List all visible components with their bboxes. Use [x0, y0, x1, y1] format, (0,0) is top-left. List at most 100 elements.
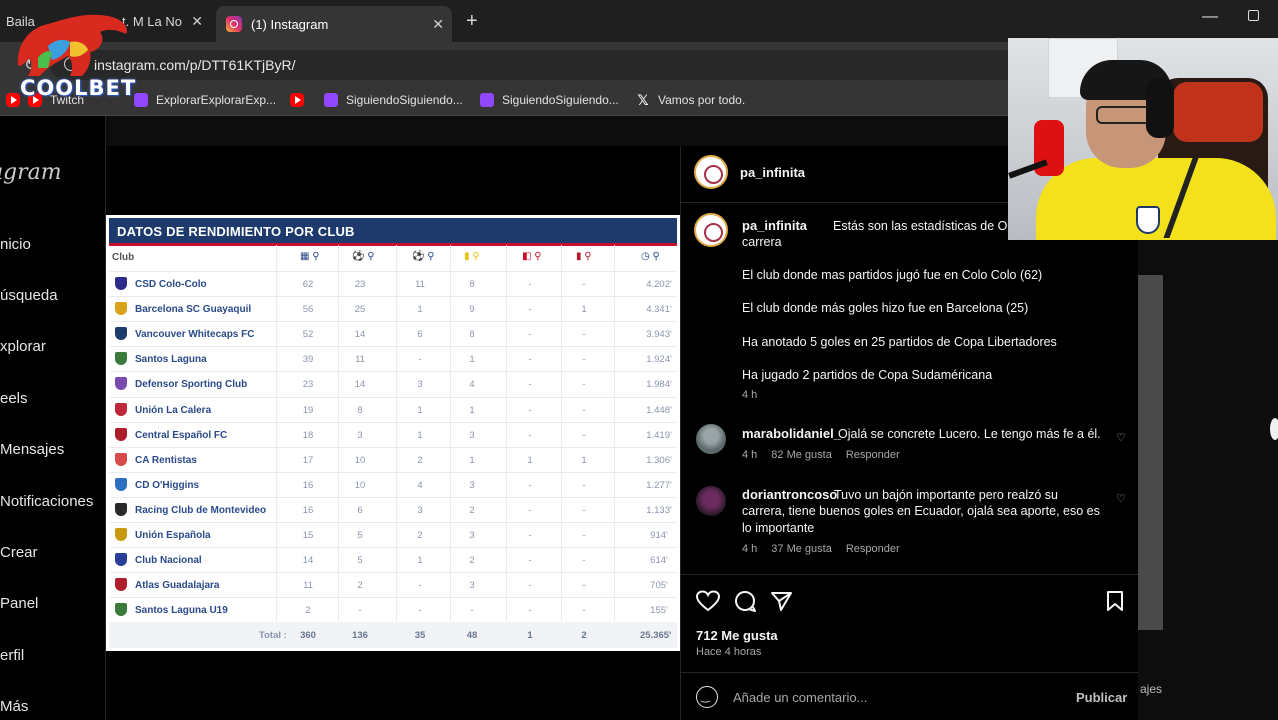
- twitch-icon: [324, 93, 338, 107]
- save-bookmark-icon[interactable]: [1106, 590, 1124, 612]
- stat-value: 4: [469, 379, 475, 391]
- stat-value: 6: [417, 329, 423, 341]
- comment-bubble-icon[interactable]: [734, 590, 756, 612]
- emoji-picker-icon[interactable]: [696, 686, 718, 708]
- sidebar-item-reels[interactable]: eels: [0, 390, 28, 407]
- stat-value: -: [582, 530, 586, 541]
- stat-value: -: [528, 354, 532, 366]
- stats-column-header-icon: ▮ ⚲: [464, 251, 480, 262]
- sidebar-item-notificaciones[interactable]: Notificaciones: [0, 493, 93, 510]
- caption-author-handle[interactable]: pa_infinita: [742, 218, 807, 233]
- stat-value: 8: [357, 404, 363, 416]
- sidebar-item-perfil[interactable]: erfil: [0, 647, 24, 664]
- club-crest-icon: [115, 528, 127, 541]
- webcam-overlay: [1008, 38, 1278, 240]
- stat-value: 5: [357, 530, 363, 541]
- messages-floating-label[interactable]: ajes: [1140, 682, 1162, 696]
- stat-value: 1: [469, 354, 475, 366]
- stat-value: 1: [469, 454, 475, 466]
- stat-value: 1: [469, 404, 475, 416]
- bookmark-label: ExplorarExplorarExp...: [156, 93, 277, 107]
- caption-paragraph: El club donde más goles hizo fue en Barc…: [742, 301, 1029, 315]
- comment-like-heart-icon[interactable]: ♡: [1116, 492, 1126, 505]
- stat-value: 614': [650, 555, 668, 567]
- comment-divider: [681, 672, 1138, 673]
- stats-row: Vancouver Whitecaps FC 52 14 6 8 - - 3.943': [109, 321, 677, 346]
- tab-instagram[interactable]: (1) Instagram ✕: [216, 6, 452, 42]
- comment-likes[interactable]: 82 Me gusta: [771, 449, 832, 461]
- stat-value: 11: [415, 279, 425, 290]
- club-name: CA Rentistas: [135, 454, 197, 466]
- stat-value: 5: [357, 555, 363, 567]
- stat-value: 1.419': [646, 429, 672, 441]
- stat-value: -: [528, 555, 532, 567]
- new-tab-icon[interactable]: +: [466, 10, 478, 33]
- club-crest-icon: [115, 477, 127, 491]
- sidebar-item-inicio[interactable]: nicio: [0, 236, 31, 253]
- comment-likes[interactable]: 37 Me gusta: [771, 543, 832, 555]
- club-name: Santos Laguna U19: [135, 605, 228, 617]
- club-name: Racing Club de Montevideo: [135, 504, 267, 516]
- stat-value: 1.984': [646, 379, 672, 391]
- bookmark-explorar[interactable]: ExplorarExplorarExp...: [134, 93, 276, 107]
- stats-row: Racing Club de Montevideo 16 6 3 2 - - 1.133': [109, 496, 677, 522]
- stat-value: -: [582, 354, 586, 366]
- comment-input[interactable]: Añade un comentario...: [733, 690, 867, 705]
- stat-value: 6: [357, 504, 363, 516]
- stat-value: -: [528, 379, 532, 391]
- coolbet-logo-text: COOLBET: [20, 76, 137, 100]
- close-tab-icon[interactable]: ✕: [432, 16, 444, 33]
- stat-value: -: [528, 279, 532, 290]
- instagram-wordmark[interactable]: ıgram: [0, 160, 62, 185]
- bookmark-x[interactable]: 𝕏 Vamos por todo.: [636, 93, 745, 107]
- sidebar-item-mas[interactable]: Más: [0, 698, 28, 715]
- next-post-arrow-icon[interactable]: [1270, 418, 1278, 440]
- comment-meta: 4 h 82 Me gusta Responder: [742, 449, 914, 461]
- club-crest-icon: [115, 553, 127, 567]
- like-count[interactable]: 712 Me gusta: [696, 628, 778, 643]
- commenter-avatar[interactable]: [696, 486, 726, 516]
- club-crest-icon: [115, 452, 127, 466]
- url-field[interactable]: instagram.com/p/DTT61KTjByR/: [50, 50, 1050, 80]
- reply-button[interactable]: Responder: [846, 449, 900, 461]
- reply-button[interactable]: Responder: [846, 543, 900, 555]
- webcam-headset: [1146, 78, 1174, 138]
- sidebar-item-crear[interactable]: Crear: [0, 544, 38, 561]
- commenter-avatar[interactable]: [696, 424, 726, 454]
- comment-user[interactable]: doriantroncoso: [742, 487, 837, 502]
- page-right-scroll-area: [1138, 275, 1163, 630]
- sidebar-item-mensajes[interactable]: Mensajes: [0, 441, 64, 458]
- post-author-handle[interactable]: pa_infinita: [740, 165, 805, 180]
- minimize-icon[interactable]: —: [1202, 8, 1218, 26]
- webcam-shirt-crest: [1136, 206, 1160, 234]
- share-send-icon[interactable]: [770, 590, 792, 612]
- stat-value: -: [582, 379, 586, 391]
- caption-avatar[interactable]: [694, 213, 728, 247]
- stat-value: -: [528, 580, 532, 592]
- stat-value: 23: [302, 379, 314, 391]
- sidebar-item-explorar[interactable]: xplorar: [0, 338, 46, 355]
- stat-value: -: [528, 404, 532, 416]
- close-tab-icon[interactable]: ✕: [191, 13, 203, 30]
- stat-value: 16: [302, 479, 314, 491]
- stat-value: 3: [469, 479, 475, 491]
- bookmark-youtube-2[interactable]: [290, 93, 312, 107]
- comment-like-heart-icon[interactable]: ♡: [1116, 431, 1126, 444]
- stat-value: 56: [302, 304, 314, 316]
- sidebar-item-busqueda[interactable]: úsqueda: [0, 287, 58, 304]
- stat-value: 4.202': [646, 279, 672, 290]
- stat-value: 3: [357, 429, 363, 441]
- stat-value: 1: [581, 304, 587, 316]
- publish-button[interactable]: Publicar: [1076, 690, 1127, 705]
- sidebar-item-panel[interactable]: Panel: [0, 595, 38, 612]
- bookmark-siguiendo-2[interactable]: SiguiendoSiguiendo...: [480, 93, 619, 107]
- bookmark-siguiendo[interactable]: SiguiendoSiguiendo...: [324, 93, 463, 107]
- stat-value: 10: [354, 454, 366, 466]
- like-heart-icon[interactable]: [696, 590, 720, 612]
- maximize-icon[interactable]: [1248, 10, 1259, 21]
- stat-value: 25: [354, 304, 366, 316]
- stat-value: -: [582, 279, 586, 290]
- author-avatar[interactable]: [694, 155, 728, 189]
- comment-user[interactable]: marabolidaniel_: [742, 426, 841, 441]
- stats-header-bar: DATOS DE RENDIMIENTO POR CLUB: [109, 218, 677, 246]
